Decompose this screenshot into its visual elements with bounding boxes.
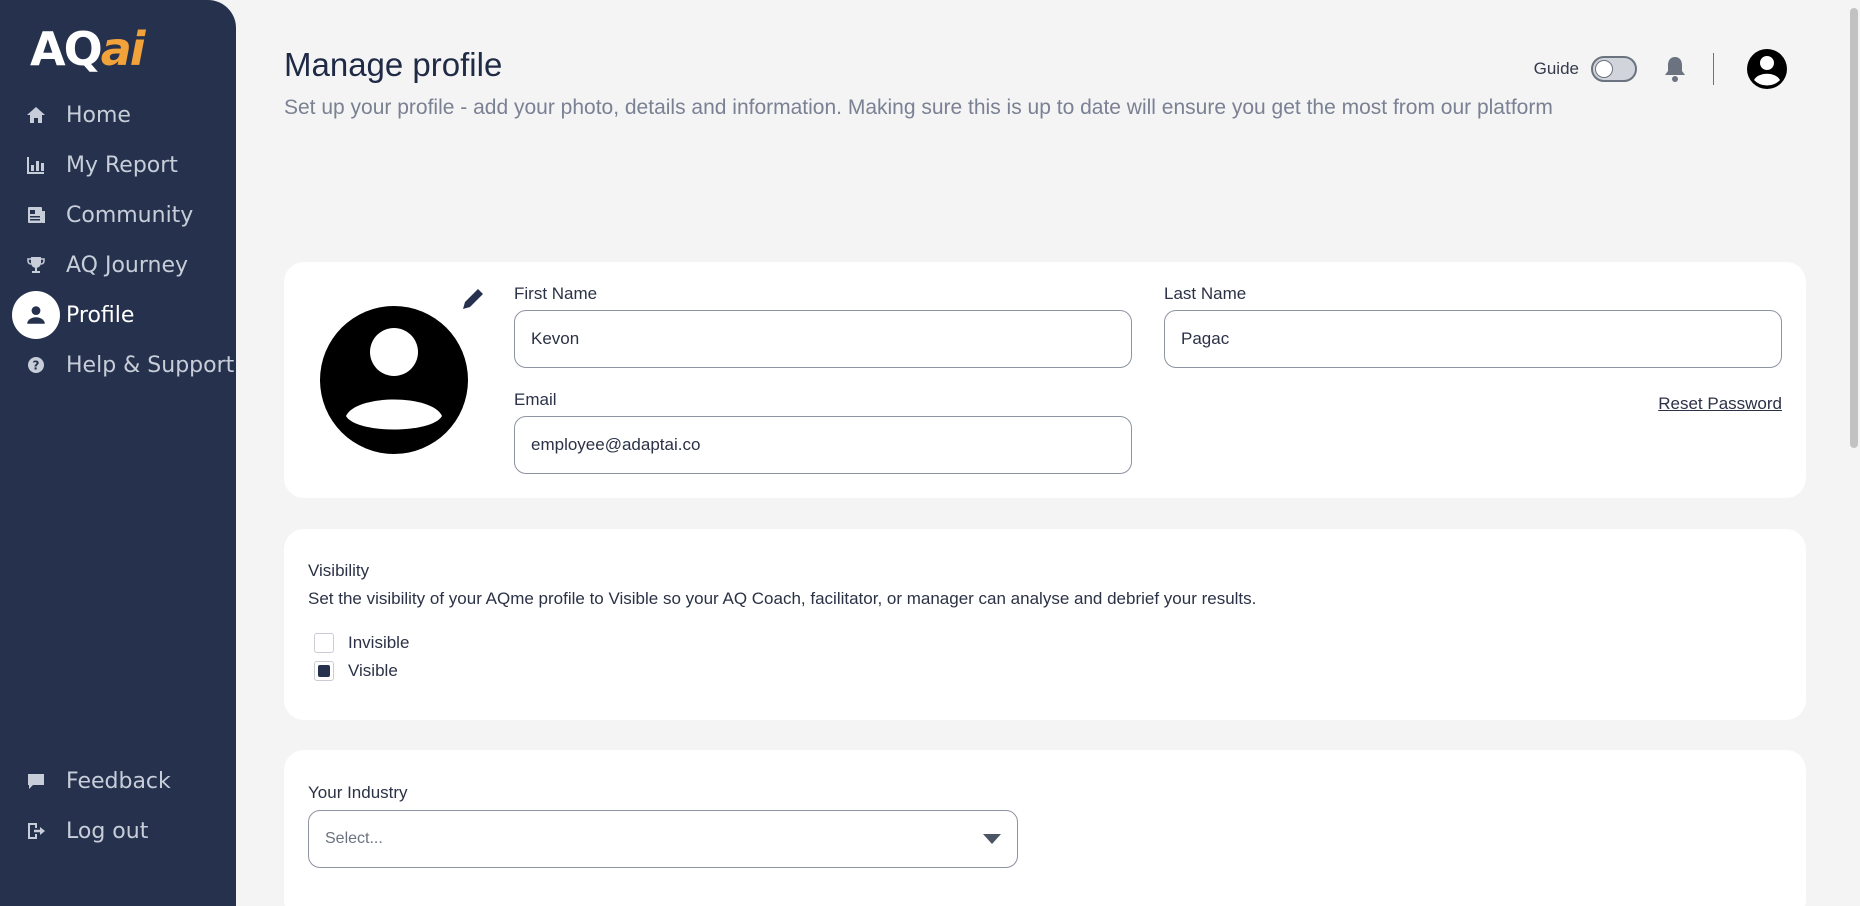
logo-text-aq: AQ: [30, 22, 103, 76]
svg-text:?: ?: [33, 359, 40, 373]
first-name-input[interactable]: Kevon: [514, 310, 1132, 368]
sidebar-item-home[interactable]: Home: [0, 90, 236, 140]
user-avatar-icon[interactable]: [1746, 48, 1788, 90]
last-name-label: Last Name: [1164, 284, 1247, 303]
logo-text-ai: ai: [100, 22, 146, 76]
sidebar: AQai Home My Report Community AQ Journey: [0, 0, 236, 906]
visibility-option-visible[interactable]: Visible: [314, 661, 398, 681]
sidebar-item-label: AQ Journey: [66, 252, 189, 278]
sidebar-item-my-report[interactable]: My Report: [0, 140, 236, 190]
sidebar-item-label: Feedback: [66, 768, 171, 794]
visibility-card: Visibility Set the visibility of your AQ…: [284, 529, 1806, 720]
visibility-option-invisible[interactable]: Invisible: [314, 633, 409, 653]
profile-photo[interactable]: [320, 306, 468, 454]
top-bar: Guide: [1534, 48, 1788, 90]
industry-card: Your Industry Select...: [284, 750, 1806, 906]
invisible-checkbox[interactable]: [314, 633, 334, 653]
logout-icon: [24, 819, 48, 843]
sidebar-item-aq-journey[interactable]: AQ Journey: [0, 240, 236, 290]
sidebar-item-label: Profile: [66, 302, 135, 328]
email-input[interactable]: employee@adaptai.co: [514, 416, 1132, 474]
topbar-divider: [1713, 53, 1714, 85]
page-subtitle: Set up your profile - add your photo, de…: [284, 96, 1553, 119]
main-content: Manage profile Set up your profile - add…: [236, 0, 1860, 906]
guide-label: Guide: [1533, 59, 1579, 78]
scrollbar-thumb[interactable]: [1850, 8, 1858, 448]
sidebar-item-label: Help & Support: [66, 352, 235, 378]
industry-label: Your Industry: [308, 783, 408, 802]
guide-toggle[interactable]: [1591, 56, 1637, 82]
aqai-logo[interactable]: AQai: [30, 22, 146, 76]
toggle-knob: [1595, 60, 1613, 78]
first-name-label: First Name: [514, 284, 598, 303]
invisible-label: Invisible: [348, 633, 410, 652]
reset-password-link[interactable]: Reset Password: [1658, 394, 1782, 414]
chevron-down-icon: [983, 834, 1001, 844]
comment-icon: [24, 769, 48, 793]
checkbox-fill: [318, 665, 330, 677]
sidebar-item-feedback[interactable]: Feedback: [0, 756, 236, 806]
last-name-input[interactable]: Pagac: [1164, 310, 1782, 368]
sidebar-nav: Home My Report Community AQ Journey Prof…: [0, 90, 236, 390]
help-icon: ?: [24, 353, 48, 377]
trophy-icon: [24, 253, 48, 277]
profile-details-card: First Name Kevon Last Name Pagac Email e…: [284, 262, 1806, 498]
sidebar-item-community[interactable]: Community: [0, 190, 236, 240]
visible-label: Visible: [348, 661, 398, 680]
bar-chart-icon: [24, 153, 48, 177]
sidebar-item-help-support[interactable]: ? Help & Support: [0, 340, 236, 390]
sidebar-item-label: Log out: [66, 818, 149, 844]
first-name-value: Kevon: [531, 329, 580, 348]
email-value: employee@adaptai.co: [531, 435, 701, 454]
newspaper-icon: [24, 203, 48, 227]
last-name-value: Pagac: [1181, 329, 1230, 348]
industry-select[interactable]: Select...: [308, 810, 1018, 868]
page-scrollbar[interactable]: [1848, 0, 1860, 906]
email-label: Email: [514, 390, 557, 409]
visible-checkbox[interactable]: [314, 661, 334, 681]
sidebar-item-logout[interactable]: Log out: [0, 806, 236, 856]
sidebar-item-label: Community: [66, 202, 194, 228]
page-title: Manage profile: [284, 46, 503, 83]
home-icon: [24, 103, 48, 127]
edit-photo-icon[interactable]: [460, 286, 486, 312]
visibility-description: Set the visibility of your AQme profile …: [308, 589, 1257, 608]
industry-select-placeholder: Select...: [325, 830, 383, 847]
sidebar-item-profile[interactable]: Profile: [0, 290, 236, 340]
sidebar-bottom-nav: Feedback Log out: [0, 756, 236, 856]
user-icon: [12, 291, 60, 339]
visibility-title: Visibility: [308, 561, 370, 580]
sidebar-item-label: My Report: [66, 152, 178, 178]
sidebar-item-label: Home: [66, 102, 131, 128]
bell-icon[interactable]: [1663, 54, 1689, 84]
